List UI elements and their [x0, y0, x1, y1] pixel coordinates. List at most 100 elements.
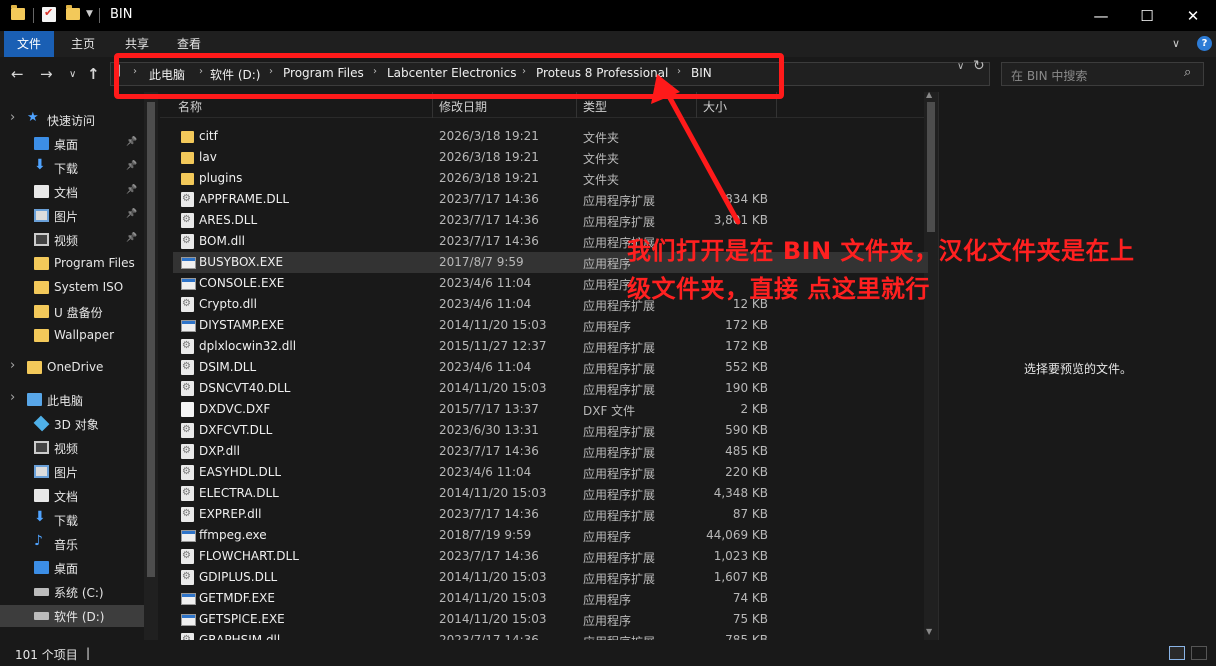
- sidebar-item[interactable]: › 此电脑: [0, 389, 144, 411]
- sidebar-item[interactable]: 文档 📌: [0, 181, 144, 203]
- new-folder-icon[interactable]: [66, 5, 80, 20]
- sidebar-item[interactable]: › OneDrive: [0, 357, 144, 379]
- file-row[interactable]: ARES.DLL 2023/7/17 14:36 应用程序扩展 3,801 KB: [173, 210, 928, 231]
- pin-icon[interactable]: 📌: [126, 233, 137, 243]
- recent-locations-icon[interactable]: ∨: [69, 69, 76, 80]
- expand-arrow-icon[interactable]: ›: [10, 390, 15, 405]
- sidebar-item[interactable]: U 盘备份: [0, 301, 144, 323]
- help-icon[interactable]: ?: [1197, 36, 1212, 51]
- file-row[interactable]: FLOWCHART.DLL 2023/7/17 14:36 应用程序扩展 1,023 …: [173, 546, 928, 567]
- file-row[interactable]: DIYSTAMP.EXE 2014/11/20 15:03 应用程序 172 KB: [173, 315, 928, 336]
- sidebar-item[interactable]: Wallpaper: [0, 325, 144, 347]
- breadcrumb-proteus[interactable]: Proteus 8 Professional: [536, 66, 668, 80]
- up-button[interactable]: ↑: [87, 65, 100, 83]
- file-row[interactable]: dplxlocwin32.dll 2015/11/27 12:37 应用程序扩展 17…: [173, 336, 928, 357]
- search-box[interactable]: 在 BIN 中搜索 ⌕: [1001, 62, 1204, 86]
- minimize-button[interactable]: —: [1078, 0, 1124, 31]
- breadcrumb-bin[interactable]: BIN: [691, 66, 712, 80]
- file-row[interactable]: APPFRAME.DLL 2023/7/17 14:36 应用程序扩展 834 KB: [173, 189, 928, 210]
- forward-button[interactable]: →: [40, 65, 53, 83]
- sidebar-item[interactable]: ⬇ 下载: [0, 509, 144, 531]
- close-button[interactable]: ✕: [1170, 0, 1216, 31]
- scrollbar-thumb[interactable]: [927, 102, 935, 232]
- scrollbar-thumb[interactable]: [147, 102, 155, 577]
- pin-icon[interactable]: 📌: [126, 137, 137, 147]
- file-size: 190 KB: [725, 381, 768, 395]
- expand-ribbon-icon[interactable]: ∨: [1172, 37, 1180, 50]
- scroll-up-icon[interactable]: ▲: [926, 92, 932, 99]
- file-row[interactable]: GDIPLUS.DLL 2014/11/20 15:03 应用程序扩展 1,607 K…: [173, 567, 928, 588]
- sidebar-item[interactable]: 文档: [0, 485, 144, 507]
- pin-icon[interactable]: 📌: [126, 161, 137, 171]
- properties-icon[interactable]: [42, 6, 56, 22]
- file-name: ARES.DLL: [199, 213, 258, 227]
- tab-home[interactable]: 主页: [58, 31, 108, 57]
- breadcrumb-separator[interactable]: ›: [373, 66, 377, 77]
- sidebar-item[interactable]: 软件 (D:): [0, 605, 144, 627]
- file-row[interactable]: DXFCVT.DLL 2023/6/30 13:31 应用程序扩展 590 KB: [173, 420, 928, 441]
- file-row[interactable]: ffmpeg.exe 2018/7/19 9:59 应用程序 44,069 KB: [173, 525, 928, 546]
- breadcrumb-separator[interactable]: ›: [677, 66, 681, 77]
- file-row[interactable]: DSNCVT40.DLL 2014/11/20 15:03 应用程序扩展 190 KB: [173, 378, 928, 399]
- breadcrumb-separator[interactable]: ›: [133, 66, 137, 77]
- breadcrumb-separator[interactable]: ›: [522, 66, 526, 77]
- file-row[interactable]: EXPREP.dll 2023/7/17 14:36 应用程序扩展 87 KB: [173, 504, 928, 525]
- maximize-button[interactable]: ☐: [1124, 0, 1170, 31]
- column-divider[interactable]: [576, 92, 577, 118]
- expand-arrow-icon[interactable]: ›: [10, 358, 15, 373]
- sidebar-item[interactable]: ♪ 音乐: [0, 533, 144, 555]
- file-row[interactable]: lav 2026/3/18 19:21 文件夹: [173, 147, 928, 168]
- search-icon[interactable]: ⌕: [1184, 65, 1191, 80]
- file-row[interactable]: GRAPHSIM.dll 2023/7/17 14:36 应用程序扩展 785 KB: [173, 630, 928, 640]
- column-divider[interactable]: [776, 92, 777, 118]
- column-type[interactable]: 类型: [583, 98, 607, 115]
- sidebar-item[interactable]: System ISO: [0, 277, 144, 299]
- file-row[interactable]: GETMDF.EXE 2014/11/20 15:03 应用程序 74 KB: [173, 588, 928, 609]
- sidebar-item[interactable]: 图片: [0, 461, 144, 483]
- file-row[interactable]: DXP.dll 2023/7/17 14:36 应用程序扩展 485 KB: [173, 441, 928, 462]
- column-size[interactable]: 大小: [703, 98, 727, 115]
- column-date[interactable]: 修改日期: [439, 98, 487, 115]
- breadcrumb-program-files[interactable]: Program Files: [283, 66, 364, 80]
- sidebar-item[interactable]: 视频: [0, 437, 144, 459]
- refresh-icon[interactable]: ↻: [973, 58, 985, 74]
- tab-file[interactable]: 文件: [4, 31, 55, 57]
- tab-share[interactable]: 共享: [112, 31, 162, 57]
- breadcrumb-labcenter[interactable]: Labcenter Electronics: [387, 66, 516, 80]
- column-divider[interactable]: [696, 92, 697, 118]
- file-row[interactable]: DXDVC.DXF 2015/7/17 13:37 DXF 文件 2 KB: [173, 399, 928, 420]
- expand-arrow-icon[interactable]: ›: [10, 110, 15, 125]
- sidebar-item[interactable]: › ★ 快速访问: [0, 109, 144, 131]
- file-row[interactable]: GETSPICE.EXE 2014/11/20 15:03 应用程序 75 KB: [173, 609, 928, 630]
- navigation-pane-scrollbar[interactable]: [144, 92, 158, 640]
- sidebar-item[interactable]: 图片 📌: [0, 205, 144, 227]
- sidebar-item[interactable]: Program Files: [0, 253, 144, 275]
- column-name[interactable]: 名称: [178, 98, 202, 115]
- pin-icon[interactable]: 📌: [126, 185, 137, 195]
- back-button[interactable]: ←: [11, 65, 24, 83]
- tab-view[interactable]: 查看: [164, 31, 214, 57]
- search-input[interactable]: 在 BIN 中搜索: [1011, 67, 1087, 84]
- sidebar-item[interactable]: 3D 对象: [0, 413, 144, 435]
- sidebar-item[interactable]: 系统 (C:): [0, 581, 144, 603]
- details-view-icon[interactable]: [1169, 646, 1185, 660]
- file-row[interactable]: citf 2026/3/18 19:21 文件夹: [173, 126, 928, 147]
- address-bar[interactable]: ▍ › 此电脑 › 软件 (D:) › Program Files › Labc…: [110, 62, 990, 86]
- breadcrumb-drive-d[interactable]: 软件 (D:): [210, 66, 260, 83]
- large-icons-view-icon[interactable]: [1191, 646, 1207, 660]
- file-row[interactable]: EASYHDL.DLL 2023/4/6 11:04 应用程序扩展 220 KB: [173, 462, 928, 483]
- address-history-dropdown-icon[interactable]: ∨: [957, 61, 964, 72]
- column-divider[interactable]: [432, 92, 433, 118]
- sidebar-item[interactable]: 桌面 📌: [0, 133, 144, 155]
- breadcrumb-separator[interactable]: ›: [199, 66, 203, 77]
- sidebar-item[interactable]: 桌面: [0, 557, 144, 579]
- breadcrumb-this-pc[interactable]: 此电脑: [149, 66, 185, 83]
- sidebar-item[interactable]: 视频 📌: [0, 229, 144, 251]
- file-row[interactable]: plugins 2026/3/18 19:21 文件夹: [173, 168, 928, 189]
- file-row[interactable]: DSIM.DLL 2023/4/6 11:04 应用程序扩展 552 KB: [173, 357, 928, 378]
- file-row[interactable]: ELECTRA.DLL 2014/11/20 15:03 应用程序扩展 4,348 K…: [173, 483, 928, 504]
- sidebar-item[interactable]: ⬇ 下载 📌: [0, 157, 144, 179]
- pin-icon[interactable]: 📌: [126, 209, 137, 219]
- quick-access-dropdown-icon[interactable]: ▼: [86, 9, 93, 19]
- breadcrumb-separator[interactable]: ›: [269, 66, 273, 77]
